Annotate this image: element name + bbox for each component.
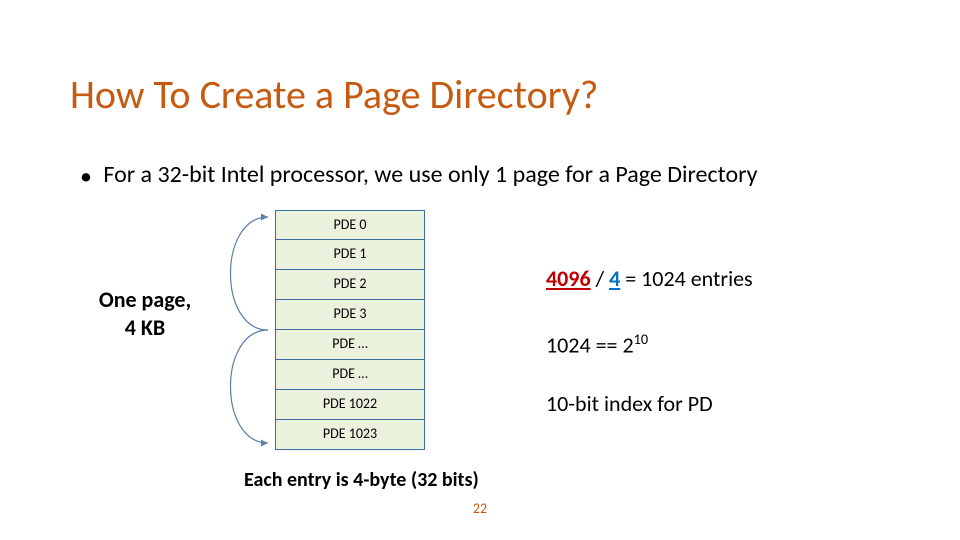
ann-slash: /: [596, 265, 609, 292]
pde-row: PDE 0: [275, 210, 425, 240]
entry-caption: Each entry is 4-byte (32 bits): [244, 468, 479, 492]
pde-row: PDE 3: [275, 300, 425, 330]
ann-4096: 4096: [546, 265, 591, 292]
bullet-dot: •: [80, 162, 92, 191]
pde-row: PDE 1022: [275, 390, 425, 420]
pde-row: PDE 2: [275, 270, 425, 300]
ann-1024: 1024 == 2: [546, 331, 634, 358]
one-page-line2: 4 KB: [75, 314, 215, 342]
pde-table: PDE 0 PDE 1 PDE 2 PDE 3 PDE … PDE … PDE …: [275, 210, 425, 450]
bullet-line: • For a 32-bit Intel processor, we use o…: [80, 160, 757, 191]
pde-row: PDE …: [275, 360, 425, 390]
one-page-label: One page, 4 KB: [75, 286, 215, 341]
ann-4: 4: [609, 265, 620, 292]
pde-row: PDE …: [275, 330, 425, 360]
annotation-power: 1024 == 210: [546, 330, 648, 358]
slide-title: How To Create a Page Directory?: [70, 70, 598, 119]
pde-row: PDE 1023: [275, 420, 425, 450]
page-number: 22: [0, 500, 960, 517]
pde-row: PDE 1: [275, 240, 425, 270]
annotation-index: 10-bit index for PD: [546, 390, 713, 417]
annotation-entries: 4096 / 4 = 1024 entries: [546, 265, 753, 292]
ann-exp: 10: [634, 330, 649, 348]
brace-arrows-icon: [198, 205, 278, 455]
ann-rest: = 1024 entries: [625, 265, 752, 292]
bullet-text: For a 32-bit Intel processor, we use onl…: [103, 160, 757, 189]
one-page-line1: One page,: [75, 286, 215, 314]
